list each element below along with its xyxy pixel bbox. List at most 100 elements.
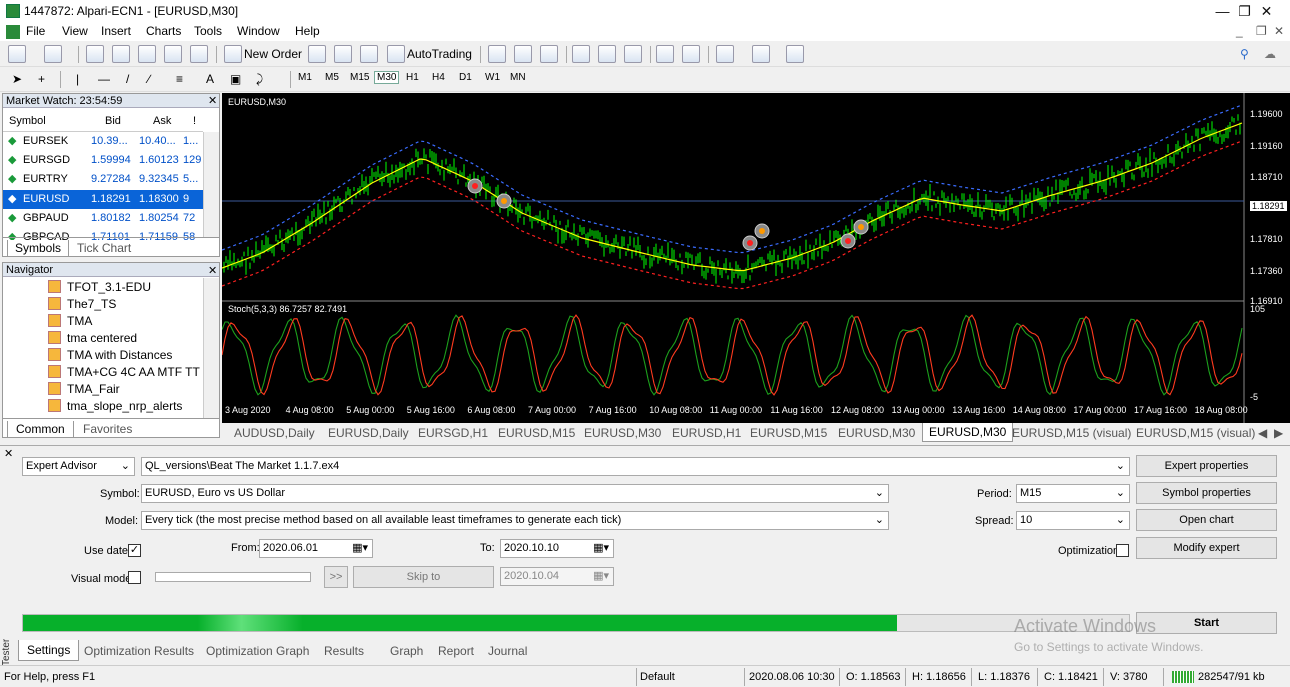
symbol-select[interactable]: EURUSD, Euro vs US Dollar ⌄ <box>141 484 889 503</box>
child-restore-icon[interactable]: ❐ <box>1256 24 1267 38</box>
market-icon[interactable] <box>360 45 378 63</box>
timeframe-m1[interactable]: M1 <box>298 72 312 83</box>
chart-tab[interactable]: EURUSD,Daily <box>328 426 409 440</box>
navigator-icon[interactable] <box>138 45 156 63</box>
child-close-icon[interactable]: ✕ <box>1274 24 1284 38</box>
chart-tab[interactable]: EURUSD,M15 <box>750 426 827 440</box>
timeframe-m30[interactable]: M30 <box>374 71 400 84</box>
text-tool[interactable]: A <box>206 72 214 86</box>
chart-tab[interactable]: AUDUSD,Daily <box>234 426 315 440</box>
tab-favorites[interactable]: Favorites <box>83 422 132 436</box>
chart-tab[interactable]: EURUSD,M30 <box>922 423 1014 442</box>
templates-icon[interactable] <box>786 45 804 63</box>
chart-tab[interactable]: EURUSD,M30 <box>584 426 661 440</box>
visual-speed-slider[interactable] <box>155 572 311 582</box>
navigator-item[interactable]: The7_TS <box>48 296 116 313</box>
chat-icon[interactable]: ☁ <box>1264 47 1276 61</box>
from-date-field[interactable]: 2020.06.01 ▦▾ <box>259 539 373 558</box>
column-symbol[interactable]: Symbol <box>9 110 46 132</box>
tester-tab[interactable]: Settings <box>18 640 80 661</box>
menu-charts[interactable]: Charts <box>146 24 181 38</box>
zoom-out-icon[interactable] <box>598 45 616 63</box>
skip-date-field[interactable]: 2020.10.04 ▦▾ <box>500 567 614 586</box>
navigator-item[interactable]: TFOT_3.1-EDU <box>48 279 151 296</box>
menu-window[interactable]: Window <box>237 24 280 38</box>
timeframe-m5[interactable]: M5 <box>325 72 339 83</box>
periods-icon[interactable] <box>752 45 770 63</box>
profiles-icon[interactable] <box>44 45 62 63</box>
column-spread[interactable]: ! <box>193 110 196 132</box>
tester-icon[interactable] <box>190 45 208 63</box>
tester-type-select[interactable]: Expert Advisor ⌄ <box>22 457 135 476</box>
tester-tab[interactable]: Journal <box>488 644 527 658</box>
visual-mode-checkbox[interactable] <box>128 571 141 584</box>
signals-icon[interactable] <box>334 45 352 63</box>
tab-tick-chart[interactable]: Tick Chart <box>77 241 131 255</box>
timeframe-mn[interactable]: MN <box>510 72 526 83</box>
bar-chart-icon[interactable] <box>488 45 506 63</box>
tester-tab[interactable]: Optimization Graph <box>206 644 309 658</box>
skip-to-button[interactable]: Skip to <box>353 566 494 588</box>
expert-select[interactable]: QL_versions\Beat The Market 1.1.7.ex4 ⌄ <box>141 457 1130 476</box>
forward-button[interactable]: >> <box>324 566 348 588</box>
navigator-item[interactable]: tma_slope_nrp_alerts <box>48 398 182 415</box>
close-icon[interactable]: ✕ <box>4 447 13 460</box>
close-icon[interactable]: ✕ <box>208 94 217 107</box>
navigator-item[interactable]: tma centered <box>48 330 137 347</box>
menu-file[interactable]: File <box>26 24 45 38</box>
start-button[interactable]: Start <box>1136 612 1277 634</box>
indicators-icon[interactable] <box>716 45 734 63</box>
profile-name[interactable]: Default <box>640 671 675 683</box>
cursor-icon[interactable]: ➤ <box>12 72 22 86</box>
autotrading-button[interactable]: AutoTrading <box>407 47 472 61</box>
timeframe-h4[interactable]: H4 <box>432 72 445 83</box>
column-bid[interactable]: Bid <box>105 110 121 132</box>
chart-tab[interactable]: EURUSD,M15 <box>498 426 575 440</box>
close-button[interactable]: ✕ <box>1244 0 1289 22</box>
new-order-icon[interactable] <box>224 45 242 63</box>
optimization-checkbox[interactable] <box>1116 544 1129 557</box>
market-watch-icon[interactable] <box>86 45 104 63</box>
navigator-item[interactable]: TMA <box>48 313 92 330</box>
tester-tab[interactable]: Graph <box>390 644 423 658</box>
navigator-item[interactable]: TMA+CG 4C AA MTF TT <box>48 364 200 381</box>
market-watch-row[interactable]: ◆ GBPAUD 1.80182 1.80254 72 <box>3 209 203 228</box>
navigator-scrollbar[interactable] <box>203 278 219 418</box>
navigator-item[interactable]: TMA with Distances <box>48 347 172 364</box>
timeframe-m15[interactable]: M15 <box>350 72 369 83</box>
period-select[interactable]: M15 ⌄ <box>1016 484 1130 503</box>
menu-help[interactable]: Help <box>295 24 320 38</box>
vertical-line-icon[interactable]: | <box>76 72 79 86</box>
close-icon[interactable]: ✕ <box>208 264 217 277</box>
autoscroll-icon[interactable] <box>656 45 674 63</box>
menu-insert[interactable]: Insert <box>101 24 131 38</box>
open-chart-button[interactable]: Open chart <box>1136 509 1277 531</box>
document-icon[interactable] <box>6 25 20 39</box>
chart-tab[interactable]: EURUSD,M15 (visual) <box>1136 426 1255 440</box>
market-watch-row[interactable]: ◆ EURSGD 1.59994 1.60123 129 <box>3 151 203 170</box>
search-icon[interactable]: ⚲ <box>1240 47 1249 61</box>
menu-tools[interactable]: Tools <box>194 24 222 38</box>
timeframe-h1[interactable]: H1 <box>406 72 419 83</box>
chart-window[interactable]: EURUSD,M30 Stoch(5,3,3) 86.7257 82.7491 … <box>222 93 1290 423</box>
candlestick-icon[interactable] <box>514 45 532 63</box>
tab-symbols[interactable]: Symbols <box>7 240 70 257</box>
navigator-item[interactable]: TMA_Fair <box>48 381 120 398</box>
column-ask[interactable]: Ask <box>153 110 171 132</box>
model-select[interactable]: Every tick (the most precise method base… <box>141 511 889 530</box>
autotrading-icon[interactable] <box>387 45 405 63</box>
line-chart-icon[interactable] <box>540 45 558 63</box>
trendline-icon[interactable]: / <box>126 72 129 86</box>
price-chart[interactable] <box>222 93 1290 423</box>
tester-tab[interactable]: Results <box>324 644 364 658</box>
market-watch-row[interactable]: ◆ EURTRY 9.27284 9.32345 5... <box>3 170 203 189</box>
tabs-left-icon[interactable]: ◀ <box>1258 426 1267 440</box>
symbol-properties-button[interactable]: Symbol properties <box>1136 482 1277 504</box>
market-watch-row[interactable]: ◆ EURSEK 10.39... 10.40... 1... <box>3 132 203 151</box>
spread-select[interactable]: 10 ⌄ <box>1016 511 1130 530</box>
timeframe-d1[interactable]: D1 <box>459 72 472 83</box>
horizontal-line-icon[interactable]: — <box>98 72 110 86</box>
market-watch-row[interactable]: ◆ EURUSD 1.18291 1.18300 9 <box>3 189 203 209</box>
child-minimize-icon[interactable]: _ <box>1236 24 1243 38</box>
new-chart-icon[interactable] <box>8 45 26 63</box>
